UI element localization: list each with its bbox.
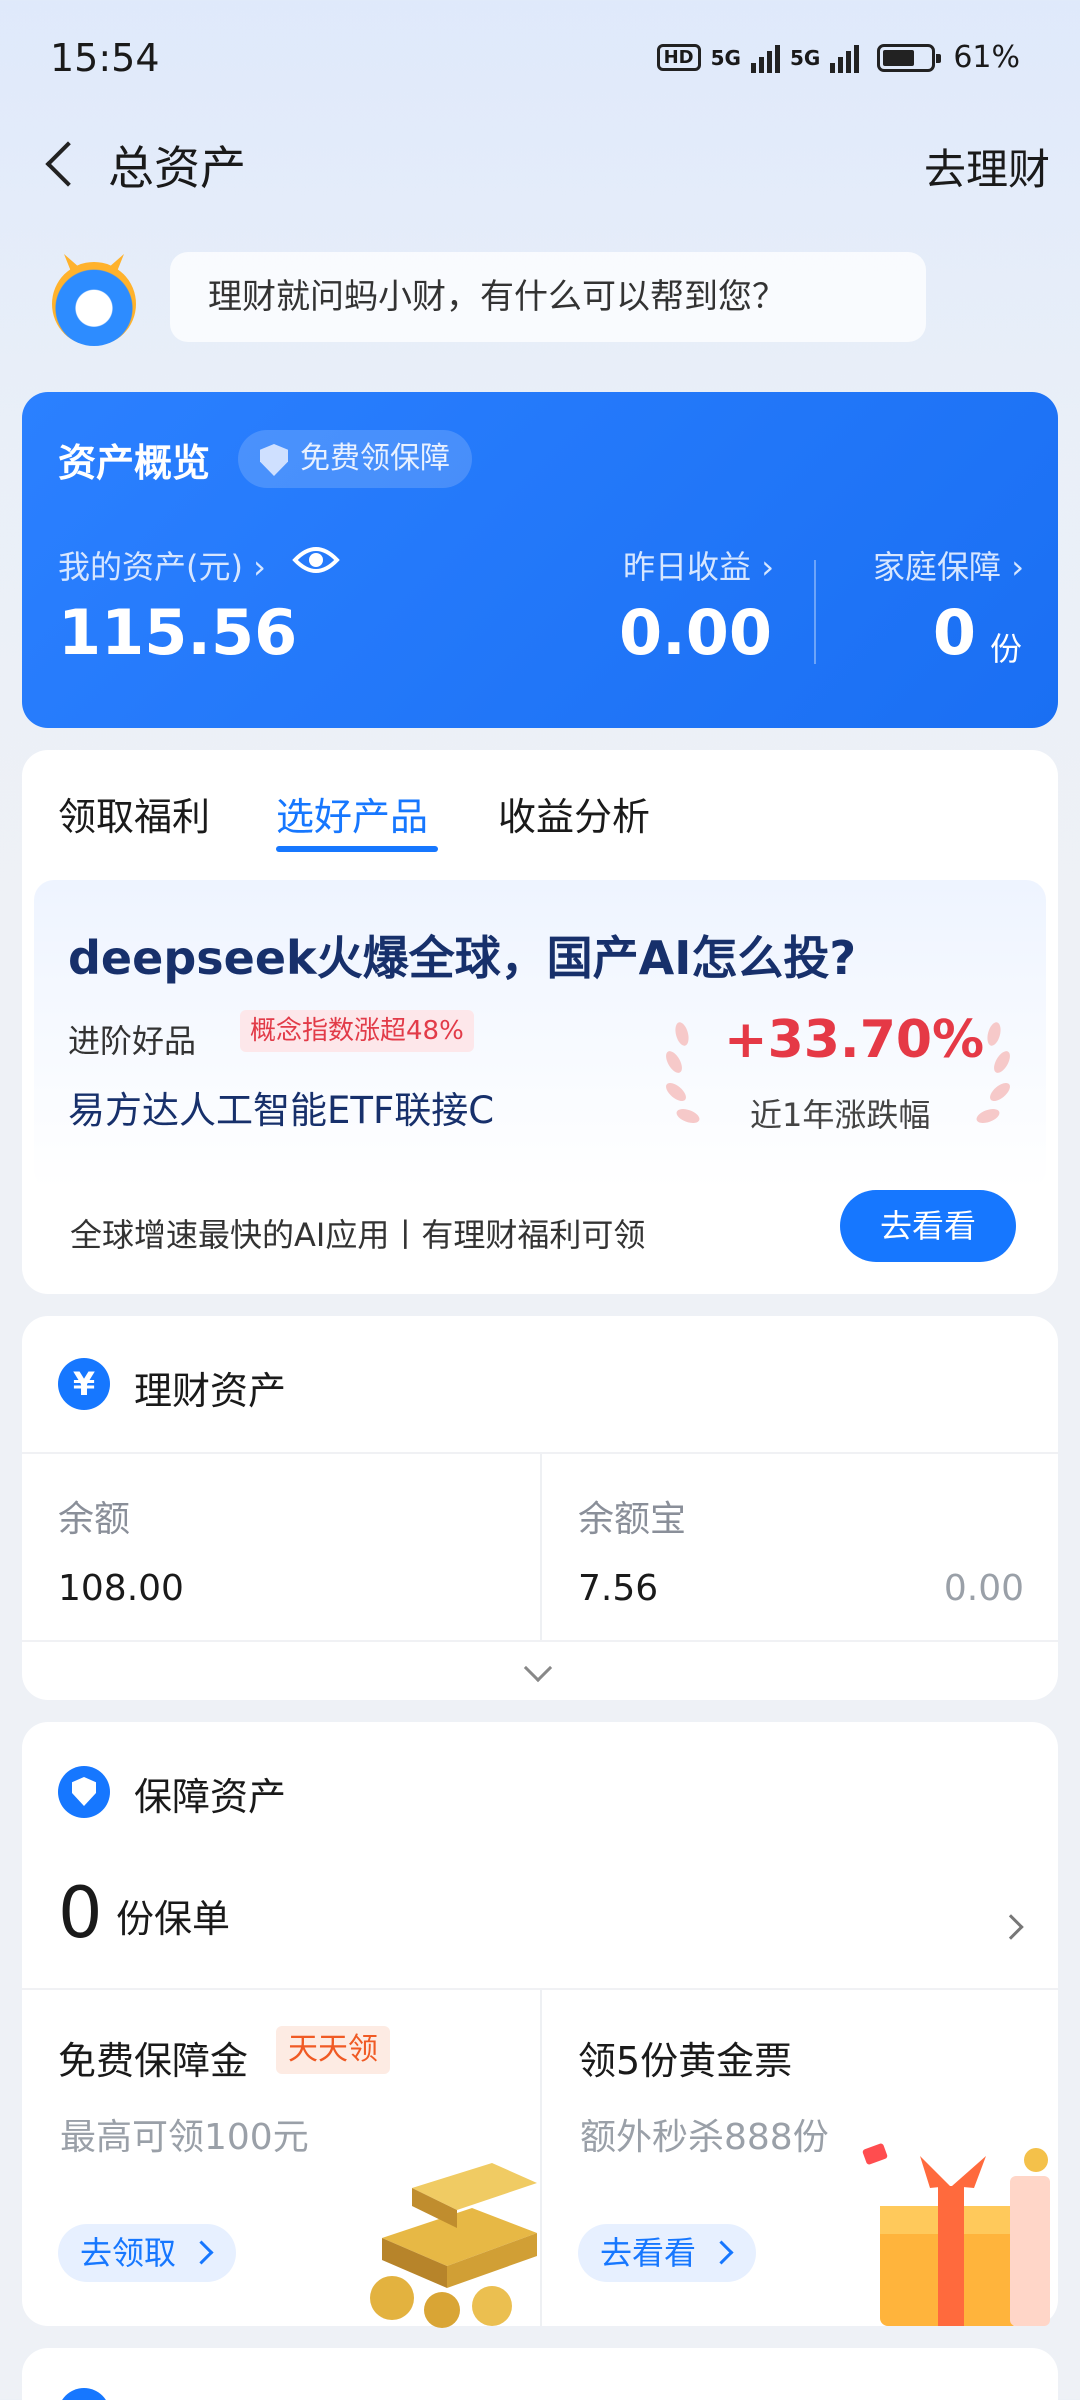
tab-benefits[interactable]: 领取福利 bbox=[58, 786, 210, 841]
signal-icon bbox=[750, 43, 780, 73]
balance-label: 余额 bbox=[58, 1499, 131, 1540]
back-button[interactable] bbox=[36, 140, 86, 190]
battery-level: 61% bbox=[953, 40, 1020, 75]
promo-percent-label: 近1年涨跌幅 bbox=[750, 1096, 931, 1134]
family-protection-label[interactable]: 家庭保障 › bbox=[873, 542, 1024, 588]
asset-overview-card: 资产概览 免费领保障 我的资产(元) › 115.56 昨日收益 › 0.00 … bbox=[22, 392, 1058, 728]
yuebao-label: 余额宝 bbox=[578, 1499, 687, 1540]
policy-count-label: 份保单 bbox=[116, 1897, 231, 1941]
promo-footer-text: 全球增速最快的AI应用丨有理财福利可领 bbox=[70, 1216, 646, 1254]
free-protection-title: 免费保障金 bbox=[58, 2039, 249, 2083]
promo-percent: +33.70% bbox=[724, 1010, 985, 1070]
net-label-1: 5G bbox=[710, 45, 741, 70]
net-label-2: 5G bbox=[789, 45, 821, 70]
protection-assets-card: 保障资产 0 份保单 免费保障金 天天领 最高可领100元 去领取 领5份黄金票… bbox=[22, 1722, 1058, 2328]
laurel-right-icon bbox=[976, 1022, 1010, 1123]
gold-bars-image bbox=[370, 2163, 537, 2328]
yen-icon: ¥ bbox=[58, 1358, 110, 1410]
shield-icon bbox=[260, 444, 288, 476]
yuebao-cell[interactable]: 余额宝 7.56 0.00 bbox=[542, 1454, 1058, 1640]
my-assets-value: 115.56 bbox=[58, 596, 298, 669]
promo-banner[interactable]: deepseek火爆全球，国产AI怎么投? 进阶好品 概念指数涨超48% 易方达… bbox=[34, 880, 1046, 1190]
yuebao-value: 7.56 bbox=[578, 1568, 659, 1609]
status-icons: HD 5G 5G 61% bbox=[656, 40, 1020, 75]
wealth-assets-card: ¥ 理财资产 余额 108.00 余额宝 7.56 0.00 bbox=[22, 1316, 1058, 1700]
wealth-title: 理财资产 bbox=[134, 1369, 287, 1413]
gold-ticket-subtitle: 额外秒杀888份 bbox=[580, 2117, 829, 2158]
claim-button[interactable]: 去领取 bbox=[58, 2224, 237, 2282]
badge-label: 免费领保障 bbox=[300, 441, 450, 476]
divider bbox=[22, 1640, 1058, 1642]
hd-icon: HD bbox=[656, 44, 701, 71]
section-icon bbox=[58, 2388, 110, 2400]
policy-count: 0 bbox=[58, 1872, 103, 1954]
active-tab-indicator bbox=[276, 846, 438, 852]
free-protection-subtitle: 最高可领100元 bbox=[60, 2117, 309, 2158]
gold-ticket-title: 领5份黄金票 bbox=[578, 2039, 793, 2083]
signal-icon-2 bbox=[830, 43, 860, 73]
chevron-right-icon[interactable] bbox=[998, 1914, 1024, 1940]
laurel-left-icon bbox=[666, 1022, 700, 1123]
balance-value: 108.00 bbox=[58, 1568, 184, 1609]
assistant-avatar[interactable] bbox=[52, 262, 136, 346]
family-protection-unit: 份 bbox=[989, 630, 1022, 668]
promo-fund-name: 易方达人工智能ETF联接C bbox=[68, 1089, 495, 1132]
yesterday-income-label[interactable]: 昨日收益 › bbox=[623, 542, 774, 588]
battery-icon bbox=[877, 43, 942, 72]
overview-title: 资产概览 bbox=[58, 441, 211, 485]
daily-tag: 天天领 bbox=[276, 2026, 390, 2074]
page-title: 总资产 bbox=[108, 141, 246, 195]
tab-analysis[interactable]: 收益分析 bbox=[498, 786, 650, 841]
shield-icon bbox=[58, 1766, 110, 1818]
eye-icon[interactable] bbox=[292, 542, 340, 578]
status-time: 15:54 bbox=[50, 36, 160, 80]
family-protection-value: 0 bbox=[932, 596, 976, 669]
promo-view-button[interactable]: 去看看 bbox=[840, 1190, 1016, 1262]
promo-title: deepseek火爆全球，国产AI怎么投? bbox=[68, 931, 857, 985]
yesterday-income-value: 0.00 bbox=[619, 596, 772, 669]
promo-sub-label: 进阶好品 bbox=[68, 1022, 197, 1060]
gold-view-button[interactable]: 去看看 bbox=[578, 2224, 757, 2282]
expand-chevron-down-icon[interactable] bbox=[523, 1653, 553, 1683]
promo-tag: 概念指数涨超48% bbox=[240, 1010, 474, 1052]
overview-divider bbox=[814, 560, 816, 664]
balance-cell[interactable]: 余额 108.00 bbox=[22, 1454, 540, 1640]
free-protection-badge[interactable]: 免费领保障 bbox=[238, 430, 472, 488]
tab-products[interactable]: 选好产品 bbox=[276, 786, 428, 841]
go-invest-link[interactable]: 去理财 bbox=[924, 136, 1050, 197]
gift-box-image bbox=[862, 2143, 1050, 2326]
protection-title: 保障资产 bbox=[134, 1775, 287, 1819]
yuebao-income: 0.00 bbox=[943, 1568, 1024, 1609]
assistant-prompt[interactable]: 理财就问蚂小财，有什么可以帮到您？ bbox=[170, 252, 926, 342]
next-section-card bbox=[22, 2348, 1058, 2400]
my-assets-label[interactable]: 我的资产(元) › bbox=[58, 542, 266, 588]
products-card: 领取福利 选好产品 收益分析 deepseek火爆全球，国产AI怎么投? 进阶好… bbox=[22, 750, 1058, 1294]
